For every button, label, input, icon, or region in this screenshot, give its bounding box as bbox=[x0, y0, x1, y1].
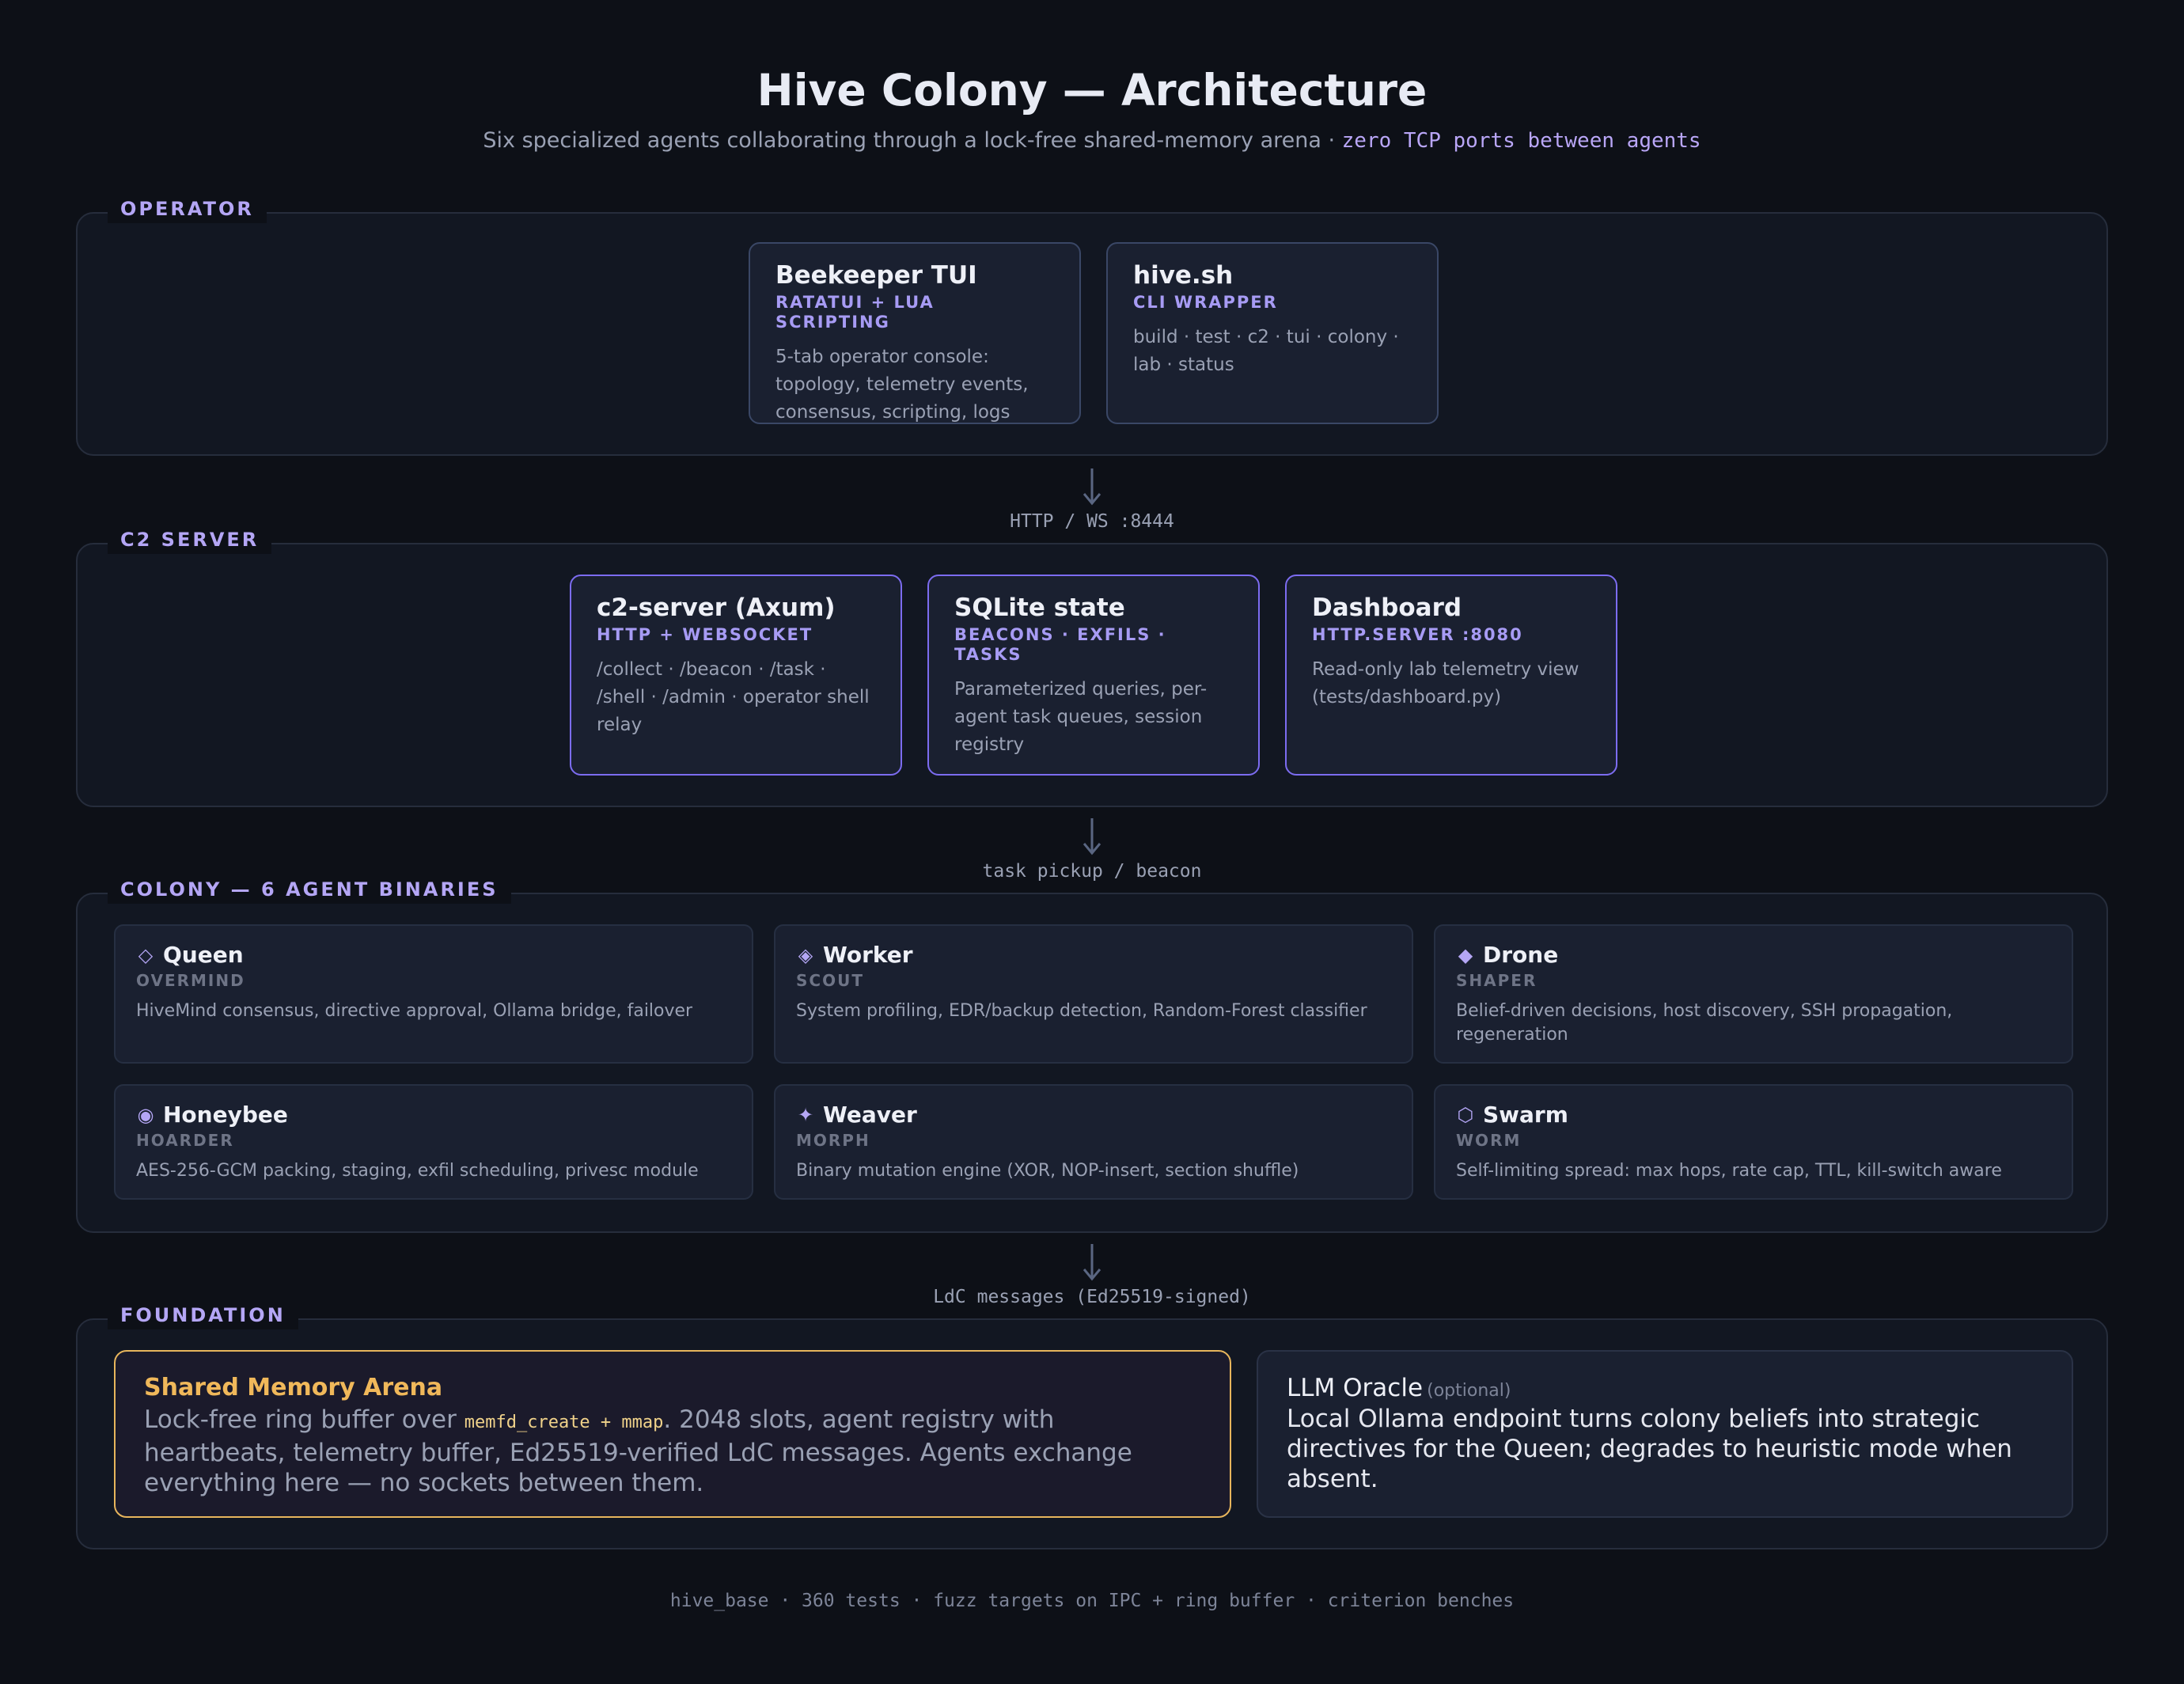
oracle-description: Local Ollama endpoint turns colony belie… bbox=[1287, 1405, 2012, 1493]
shared-memory-arena-card[interactable]: Shared Memory Arena Lock-free ring buffe… bbox=[114, 1350, 1231, 1518]
operator-section: OPERATOR Beekeeper TUI RATATUI + LUA SCR… bbox=[76, 193, 2108, 456]
card-title: Dashboard bbox=[1312, 594, 1462, 622]
section-label-foundation: FOUNDATION bbox=[108, 1299, 298, 1329]
c2-server-section: C2 SERVER c2-server (Axum) HTTP + WEBSOC… bbox=[76, 524, 2108, 807]
oracle-heading: LLM Oracle (optional) bbox=[1287, 1374, 2043, 1402]
agent-description: System profiling, EDR/backup detection, … bbox=[796, 1001, 1367, 1021]
card-c2-server[interactable]: c2-server (Axum) HTTP + WEBSOCKET /colle… bbox=[570, 575, 902, 776]
llm-oracle-card[interactable]: LLM Oracle (optional) Local Ollama endpo… bbox=[1257, 1350, 2073, 1518]
agent-description: Belief-driven decisions, host discovery,… bbox=[1456, 1001, 1953, 1045]
agent-role: WORM bbox=[1456, 1131, 1522, 1150]
agent-card-drone[interactable]: ◆ Drone SHAPER Belief-driven decisions, h… bbox=[1434, 924, 2073, 1064]
card-sqlite-state[interactable]: SQLite state BEACONS · EXFILS · TASKS Pa… bbox=[927, 575, 1260, 776]
card-title: SQLite state bbox=[954, 594, 1125, 622]
agent-card-honeybee[interactable]: ◉ Honeybee HOARDER AES-256-GCM packing, s… bbox=[114, 1084, 753, 1200]
oracle-optional-tag: (optional) bbox=[1427, 1381, 1511, 1401]
agent-role: HOARDER bbox=[136, 1131, 234, 1150]
agent-role: SHAPER bbox=[1456, 971, 1538, 990]
connector-label-http: HTTP / WS :8444 bbox=[1010, 511, 1174, 532]
card-subtitle: RATATUI + LUA SCRIPTING bbox=[775, 293, 935, 332]
agent-card-queen[interactable]: ◇ Queen OVERMIND HiveMind consensus, dire… bbox=[114, 924, 753, 1064]
diamond-outline-icon: ◇ bbox=[138, 943, 154, 966]
card-description: build · test · c2 · tui · colony · lab ·… bbox=[1133, 327, 1399, 375]
card-subtitle: HTTP.SERVER :8080 bbox=[1312, 625, 1523, 644]
arena-title: Shared Memory Arena bbox=[144, 1374, 443, 1401]
agent-card-swarm[interactable]: ⬡ Swarm WORM Self-limiting spread: max ho… bbox=[1434, 1084, 2073, 1200]
sparkle-icon: ✦ bbox=[797, 1103, 814, 1126]
card-hive-sh[interactable]: hive.sh CLI WRAPPER build · test · c2 · … bbox=[1106, 242, 1439, 424]
agent-description: Self-limiting spread: max hops, rate cap… bbox=[1456, 1161, 2002, 1181]
subtitle-text: Six specialized agents collaborating thr… bbox=[483, 128, 1342, 153]
fisheye-icon: ◉ bbox=[137, 1103, 154, 1126]
page-title: Hive Colony — Architecture bbox=[756, 65, 1428, 116]
card-description: Read-only lab telemetry view (tests/dash… bbox=[1312, 659, 1579, 707]
card-subtitle: BEACONS · EXFILS · TASKS bbox=[954, 625, 1166, 664]
card-subtitle: CLI WRAPPER bbox=[1133, 293, 1278, 312]
agent-card-weaver[interactable]: ✦ Weaver MORPH Binary mutation engine (XO… bbox=[774, 1084, 1413, 1200]
arrow-down-icon bbox=[1083, 468, 1101, 506]
card-subtitle: HTTP + WEBSOCKET bbox=[597, 625, 813, 644]
agent-name: Weaver bbox=[823, 1102, 917, 1128]
agent-name: Swarm bbox=[1483, 1102, 1568, 1128]
diamond-dot-icon: ◈ bbox=[798, 943, 813, 966]
agent-role: OVERMIND bbox=[136, 971, 245, 990]
footer-note: hive_base · 360 tests · fuzz targets on … bbox=[669, 1591, 1515, 1611]
arena-description: Lock-free ring buffer over memfd_create … bbox=[144, 1405, 1201, 1498]
section-label-colony: COLONY — 6 AGENT BINARIES bbox=[108, 874, 511, 904]
oracle-title: LLM Oracle bbox=[1287, 1374, 1424, 1402]
agent-description: AES-256-GCM packing, staging, exfil sche… bbox=[136, 1161, 699, 1181]
section-label-operator: OPERATOR bbox=[108, 193, 267, 223]
colony-section: COLONY — 6 AGENT BINARIES ◇ Queen OVERMIN… bbox=[76, 874, 2108, 1233]
card-description: 5-tab operator console: topology, teleme… bbox=[775, 347, 1029, 423]
diamond-filled-icon: ◆ bbox=[1458, 943, 1473, 966]
page-subtitle: Six specialized agents collaborating thr… bbox=[0, 128, 2184, 153]
section-label-c2: C2 SERVER bbox=[108, 524, 272, 554]
agent-name: Honeybee bbox=[163, 1102, 288, 1128]
card-title: Beekeeper TUI bbox=[775, 261, 977, 290]
arena-desc-code: memfd_create + mmap bbox=[464, 1413, 664, 1432]
card-beekeeper-tui[interactable]: Beekeeper TUI RATATUI + LUA SCRIPTING 5-… bbox=[749, 242, 1081, 424]
agent-description: Binary mutation engine (XOR, NOP-insert,… bbox=[796, 1161, 1299, 1181]
hexagon-icon: ⬡ bbox=[1457, 1103, 1474, 1126]
agent-role: SCOUT bbox=[796, 971, 864, 990]
card-title: hive.sh bbox=[1133, 261, 1234, 290]
card-dashboard[interactable]: Dashboard HTTP.SERVER :8080 Read-only la… bbox=[1285, 575, 1617, 776]
agent-description: HiveMind consensus, directive approval, … bbox=[136, 1001, 693, 1021]
subtitle-highlight: zero TCP ports between agents bbox=[1341, 129, 1701, 153]
foundation-section: FOUNDATION Shared Memory Arena Lock-free… bbox=[76, 1299, 2108, 1549]
agent-card-worker[interactable]: ◈ Worker SCOUT System profiling, EDR/back… bbox=[774, 924, 1413, 1064]
card-description: /collect · /beacon · /task · /shell · /a… bbox=[597, 659, 870, 735]
card-description: Parameterized queries, per-agent task qu… bbox=[954, 679, 1208, 755]
agent-name: Queen bbox=[163, 942, 244, 968]
agent-name: Drone bbox=[1483, 942, 1559, 968]
connector-label-ldc: LdC messages (Ed25519-signed) bbox=[933, 1287, 1251, 1307]
card-title: c2-server (Axum) bbox=[597, 594, 836, 622]
agent-role: MORPH bbox=[796, 1131, 870, 1150]
arrow-down-icon bbox=[1083, 1244, 1101, 1281]
arrow-down-icon bbox=[1083, 818, 1101, 855]
agent-name: Worker bbox=[823, 942, 913, 968]
arena-desc-pre: Lock-free ring buffer over bbox=[144, 1405, 464, 1434]
